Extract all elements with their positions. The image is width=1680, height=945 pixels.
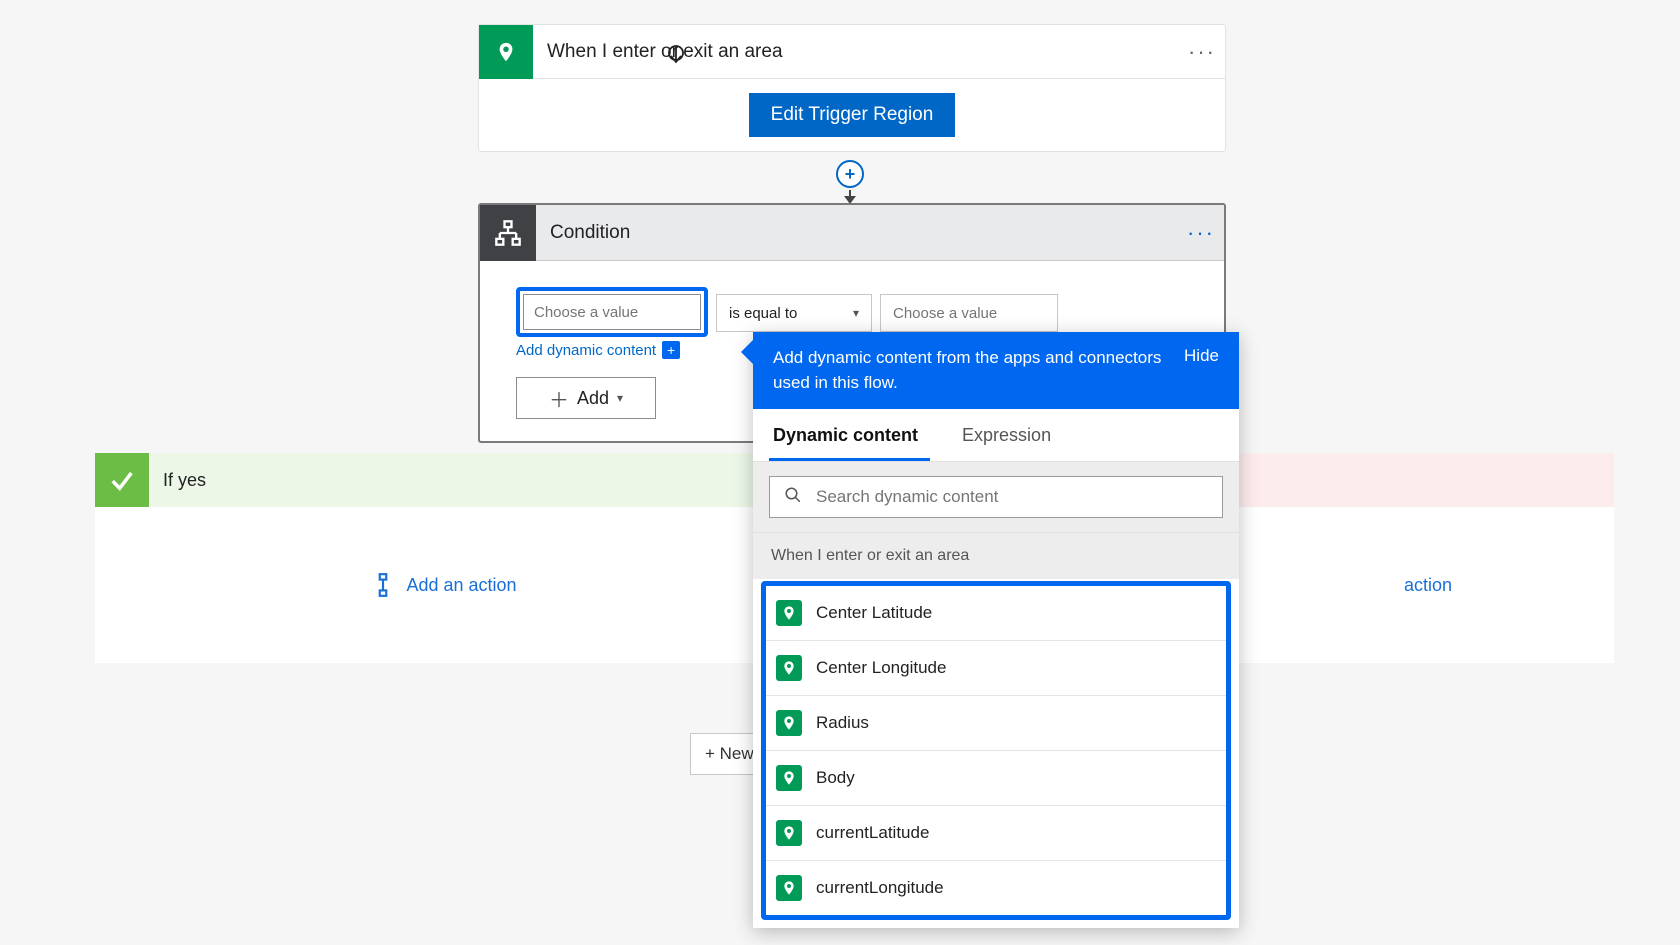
location-pin-icon <box>776 765 802 791</box>
popup-beak-icon <box>741 340 753 364</box>
dynamic-popup-hide-button[interactable]: Hide <box>1184 346 1219 366</box>
add-action-no-button[interactable]: action <box>1404 575 1452 596</box>
arrow-down-icon <box>836 190 864 204</box>
trigger-menu-button[interactable]: ··· <box>1179 39 1225 65</box>
tab-expression[interactable]: Expression <box>958 409 1063 461</box>
trigger-body: Edit Trigger Region <box>479 79 1225 151</box>
dynamic-search-box[interactable] <box>769 476 1223 518</box>
condition-title: Condition <box>536 222 1178 244</box>
dynamic-item-label: Center Longitude <box>816 658 946 678</box>
chevron-down-icon: ▾ <box>617 391 623 405</box>
dynamic-search-input[interactable] <box>816 487 1208 507</box>
branch-if-yes: If yes Add an action <box>95 453 792 663</box>
dynamic-item-label: Center Latitude <box>816 603 932 623</box>
edit-trigger-region-button[interactable]: Edit Trigger Region <box>749 93 956 137</box>
trigger-header[interactable]: When I enter or exit an area ··· <box>479 25 1225 79</box>
dynamic-item[interactable]: currentLatitude <box>766 806 1226 861</box>
dynamic-item[interactable]: Radius <box>766 696 1226 751</box>
location-pin-icon <box>776 710 802 736</box>
add-step-circle-button[interactable]: + <box>836 160 864 188</box>
check-icon <box>95 453 149 507</box>
condition-icon <box>480 205 536 261</box>
dynamic-item[interactable]: currentLongitude <box>766 861 1226 915</box>
add-action-yes-button[interactable]: Add an action <box>370 572 516 598</box>
location-pin-icon <box>776 820 802 846</box>
trigger-card: When I enter or exit an area ··· Edit Tr… <box>478 24 1226 152</box>
search-icon <box>784 486 802 509</box>
condition-value-left-input[interactable] <box>523 294 701 330</box>
dynamic-item-label: currentLongitude <box>816 878 944 898</box>
condition-add-button[interactable]: ＋ Add ▾ <box>516 377 656 419</box>
dynamic-content-popup: Add dynamic content from the apps and co… <box>753 332 1239 928</box>
location-pin-icon <box>776 875 802 901</box>
branch-yes-title: If yes <box>149 470 206 491</box>
location-pin-icon <box>776 600 802 626</box>
dynamic-item-label: Body <box>816 768 855 788</box>
add-dynamic-content-link[interactable]: Add dynamic content + <box>516 341 708 359</box>
branch-yes-header[interactable]: If yes <box>95 453 792 507</box>
location-pin-icon <box>479 25 533 79</box>
add-dynamic-content-label: Add dynamic content <box>516 342 656 359</box>
dynamic-item-label: currentLatitude <box>816 823 929 843</box>
location-pin-icon <box>776 655 802 681</box>
dynamic-item-label: Radius <box>816 713 869 733</box>
condition-header[interactable]: Condition ··· <box>480 205 1224 261</box>
condition-operator-select[interactable]: is equal to ▾ <box>716 294 872 332</box>
action-icon <box>370 572 396 598</box>
condition-menu-button[interactable]: ··· <box>1178 220 1224 246</box>
dynamic-popup-header-text: Add dynamic content from the apps and co… <box>773 346 1168 395</box>
dynamic-popup-header: Add dynamic content from the apps and co… <box>753 332 1239 409</box>
dynamic-item[interactable]: Center Latitude <box>766 586 1226 641</box>
condition-value-right-input[interactable] <box>880 294 1058 332</box>
plus-icon: ＋ <box>549 384 569 413</box>
add-action-no-label: action <box>1404 575 1452 596</box>
dynamic-search-wrap <box>753 462 1239 532</box>
dynamic-items-highlight: Center Latitude Center Longitude Radius Bod… <box>761 581 1231 920</box>
add-action-yes-label: Add an action <box>406 575 516 596</box>
dynamic-item[interactable]: Body <box>766 751 1226 806</box>
condition-value-left-highlight <box>516 287 708 337</box>
dynamic-group-label: When I enter or exit an area <box>753 532 1239 579</box>
chevron-down-icon: ▾ <box>853 306 859 320</box>
trigger-title: When I enter or exit an area <box>533 41 1179 63</box>
tab-dynamic-content[interactable]: Dynamic content <box>769 409 930 461</box>
add-dynamic-content-chip-icon: + <box>662 341 680 359</box>
dynamic-item[interactable]: Center Longitude <box>766 641 1226 696</box>
condition-operator-label: is equal to <box>729 305 797 322</box>
branch-yes-body: Add an action <box>95 507 792 663</box>
condition-add-label: Add <box>577 388 609 409</box>
dynamic-tabs: Dynamic content Expression <box>753 409 1239 462</box>
